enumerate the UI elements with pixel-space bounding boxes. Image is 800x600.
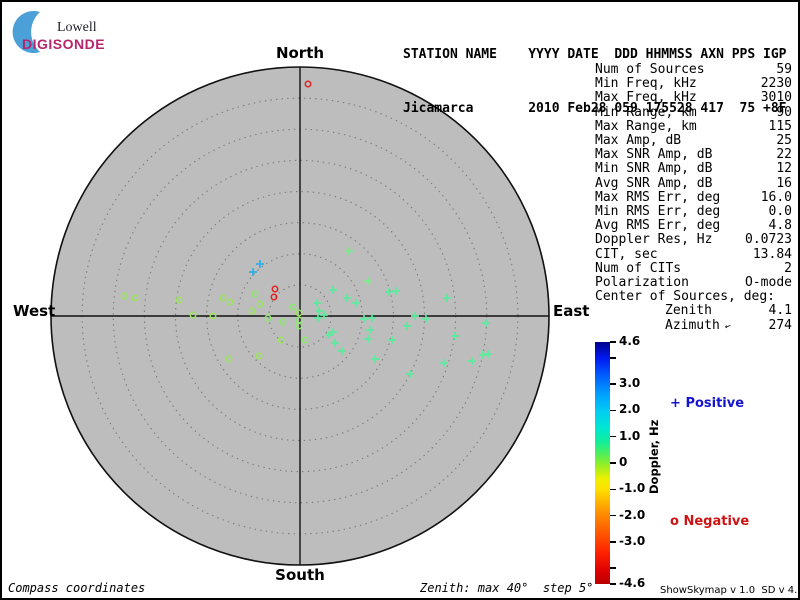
stat-row: Max RMS Err, deg 16.0 [595,189,792,205]
stat-row: Num of Sources 59 [595,62,792,77]
circle-marker-icon: o [670,514,679,529]
colorbar-gradient [595,342,610,584]
stat-value: O-mode [745,275,792,291]
stat-value: 12 [776,161,792,177]
stat-value: 16 [776,175,792,191]
stat-value: 3010 [760,90,792,106]
stat-row: Center of Sources, deg: [595,290,792,304]
stat-label: Polarization [595,275,689,291]
stat-row: Num of CITs 2 [595,260,792,276]
stat-label: Max RMS Err, deg [595,189,721,205]
stat-value: 16.0 [760,189,792,205]
colorbar-tick [610,567,616,569]
stat-label: Min SNR Amp, dB [595,161,713,177]
stat-row: Max SNR Amp, dB 22 [595,148,792,162]
stat-label: Min Freq, kHz [595,76,697,92]
stat-label: Azimuth ← [665,317,733,333]
stat-label: Num of CITs [595,260,682,276]
stat-value: 90 [776,104,792,120]
colorbar-tick [610,541,616,543]
stat-value: 2 [784,260,792,276]
stat-row: Max Range, km 115 [595,118,792,134]
stat-row: Avg RMS Err, deg 4.8 [595,219,792,233]
stat-row: Zenith 4.1 [595,304,792,318]
colorbar-tick [610,341,616,343]
logo-text-lowell: Lowell [57,20,97,35]
stat-label: Max SNR Amp, dB [595,147,713,163]
stat-label: Zenith [665,303,712,319]
colorbar-tick-label: -4.6 [619,576,646,590]
footer-coordinates-note: Compass coordinates [8,581,146,595]
colorbar-tick-label: -3.0 [619,533,646,548]
stat-label: Min Range, km [595,104,697,120]
footer-zenith-note: Zenith: max 40° step 5° [420,581,594,595]
stat-row: Min SNR Amp, dB 12 [595,162,792,176]
compass-label-east: East [553,302,590,320]
colorbar-tick [610,356,616,359]
azimuth-arrow-icon: ← [723,320,733,333]
colorbar-tick [610,488,616,491]
stat-row: Azimuth ← 274 [595,317,792,334]
stat-label: Max Range, km [595,118,697,134]
stat-label: Num of Sources [595,62,705,77]
stat-label: Min RMS Err, deg [595,204,721,220]
colorbar-tick [610,383,616,385]
stat-row: Min RMS Err, deg 0.0 [595,204,792,220]
lowell-digisonde-logo: Lowell DIGISONDE [10,8,160,56]
colorbar-tick-label: 4.6 [619,334,641,348]
colorbar-tick-label: 1.0 [619,428,641,443]
colorbar-tick-label: 3.0 [619,376,641,391]
skymap-window: Lowell DIGISONDE STATION NAME YYYY DATE … [0,0,800,600]
stat-row: Min Range, km 90 [595,104,792,120]
stat-value: 4.8 [768,218,792,234]
compass-label-south: South [275,566,325,584]
stat-label: Max Freq, kHz [595,90,697,106]
stat-value: 274 [768,317,792,333]
legend-positive: + Positive [670,396,744,411]
legend-positive-label: Positive [685,396,745,411]
legend-negative: o Negative [670,514,749,529]
doppler-colorbar: 4.6 3.0 2.0 1.0 0 -1.0 -2.0 -3.0 -4.6 [595,334,645,590]
legend-negative-label: Negative [683,514,750,529]
stat-value: 0.0 [768,204,792,220]
stat-value: 2230 [760,76,792,92]
stat-value: 0.0723 [745,232,792,248]
stat-row: Polarization O-mode [595,275,792,291]
footer-version-note: ShowSkymap v 1.0 SD v 4.2 [660,585,800,596]
stat-label: Max Amp, dB [595,133,682,149]
colorbar-tick-label: 0 [619,455,628,469]
colorbar-tick [610,409,616,412]
stat-row: Min Freq, kHz 2230 [595,77,792,91]
stat-row: CIT, sec 13.84 [595,246,792,262]
stat-value: 13.84 [752,246,792,262]
stat-value: 22 [776,147,792,163]
stat-row: Max Amp, dB 25 [595,133,792,149]
colorbar-tick [610,514,616,517]
stat-label: Avg RMS Err, deg [595,218,721,234]
stat-label: Doppler Res, Hz [595,232,713,248]
stat-label: Center of Sources, deg: [595,289,776,305]
stat-row: Max Freq, kHz 3010 [595,91,792,105]
compass-label-west: West [13,302,56,320]
stat-value: 59 [776,62,792,77]
stat-label: Avg SNR Amp, dB [595,175,713,191]
plus-marker-icon: + [670,396,681,411]
colorbar-tick [610,435,616,438]
stat-row: Avg SNR Amp, dB 16 [595,175,792,191]
colorbar-tick-label: 2.0 [619,402,641,417]
compass-label-north: North [275,44,325,62]
stat-label: CIT, sec [595,246,658,262]
stat-value: 115 [768,118,792,134]
colorbar-tick [610,583,616,585]
colorbar-axis-title: Doppler, Hz [647,419,661,494]
colorbar-tick-label: -1.0 [619,481,646,496]
stat-value: 25 [776,133,792,149]
logo-text-digisonde: DIGISONDE [22,36,106,52]
stat-row: Doppler Res, Hz 0.0723 [595,233,792,247]
colorbar-tick-label: -2.0 [619,507,646,522]
stats-panel: Num of Sources 59 Min Freq, kHz 2230 Max Fre… [595,62,792,334]
colorbar-tick [610,462,616,464]
stat-value: 4.1 [768,303,792,319]
